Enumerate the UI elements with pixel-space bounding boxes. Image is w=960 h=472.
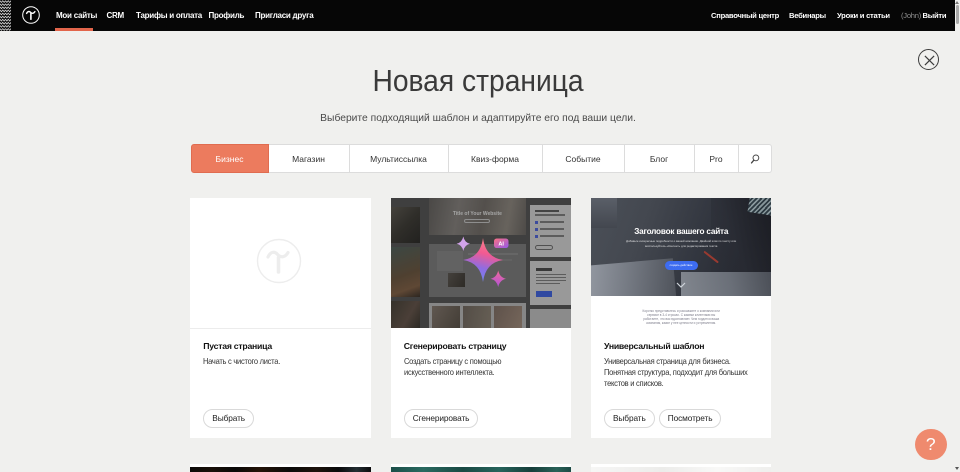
svg-text:AI: AI — [498, 242, 504, 248]
